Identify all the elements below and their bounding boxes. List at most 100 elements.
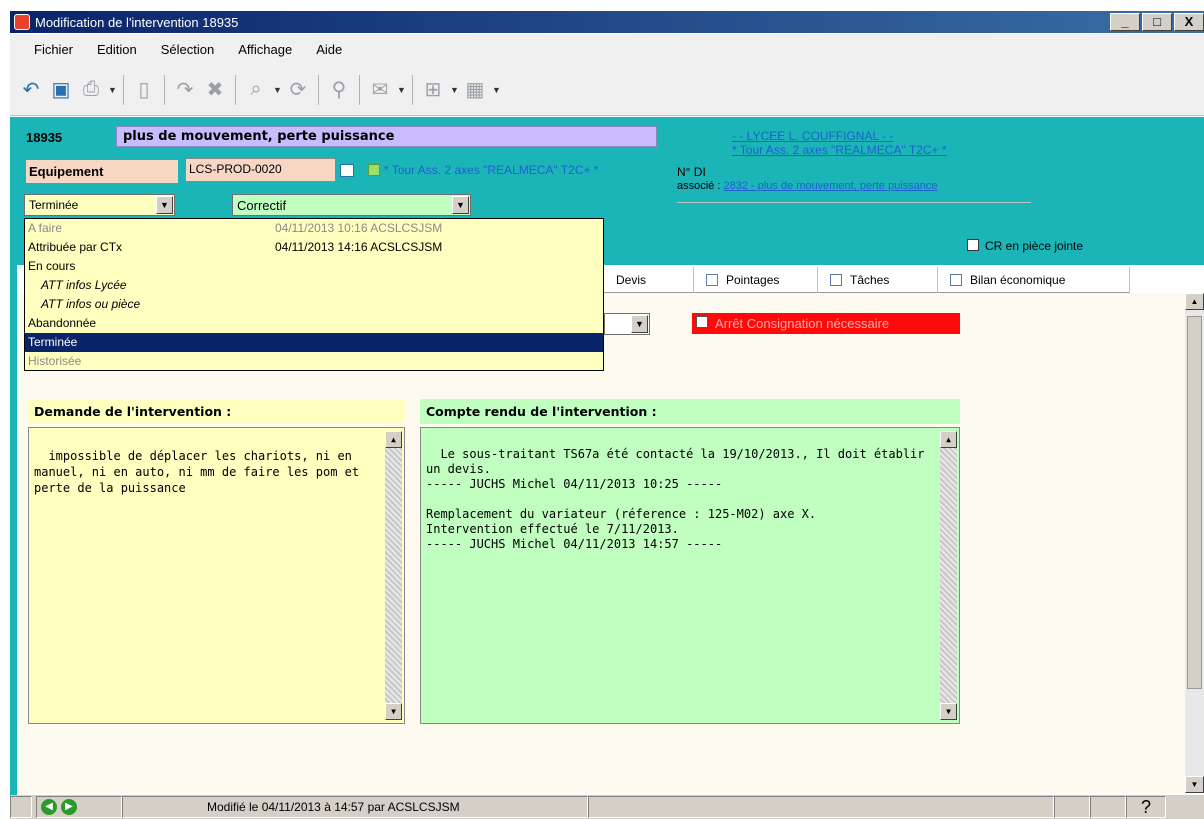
scroll-down-icon[interactable]: ▼ bbox=[1185, 776, 1204, 793]
status-option-att-infos-lycee[interactable]: ATT infos Lycée bbox=[25, 276, 603, 295]
menu-fichier[interactable]: Fichier bbox=[34, 42, 73, 57]
compte-rendu-textarea[interactable]: Le sous-traitant TS67a été contacté la 1… bbox=[420, 427, 960, 724]
hierarchy-icon[interactable]: ⊞ bbox=[420, 77, 446, 103]
modified-text: Modifié le 04/11/2013 à 14:57 par ACSLCS… bbox=[207, 800, 460, 814]
previous-icon[interactable]: ◀ bbox=[41, 799, 57, 815]
minimize-button[interactable]: _ bbox=[1110, 13, 1140, 31]
site-link[interactable]: - - LYCEE L. COUFFIGNAL - - bbox=[732, 129, 893, 143]
arret-checkbox[interactable] bbox=[696, 316, 708, 328]
nav-buttons: ◀ ▶ bbox=[36, 796, 122, 818]
equipement-code-field[interactable]: LCS-PROD-0020 bbox=[185, 158, 336, 182]
search-dropdown-icon[interactable]: ▼ bbox=[273, 85, 282, 95]
status-option-historisee: Historisée bbox=[25, 352, 603, 371]
scroll-up-icon[interactable]: ▲ bbox=[1185, 293, 1204, 310]
mail-dropdown-icon[interactable]: ▼ bbox=[397, 85, 406, 95]
delete-icon[interactable]: ✖ bbox=[202, 77, 228, 103]
ndi-label: N° DI bbox=[677, 165, 706, 179]
app-icon bbox=[14, 14, 30, 30]
status-indicator-icon bbox=[368, 164, 380, 176]
content-select[interactable]: ▼ bbox=[604, 313, 650, 335]
tab-label: Bilan économique bbox=[970, 273, 1066, 287]
option-label: Abandonnée bbox=[28, 316, 97, 330]
option-label: Historisée bbox=[28, 354, 82, 368]
table-dropdown-icon[interactable]: ▼ bbox=[492, 85, 501, 95]
statusbar-panel bbox=[588, 796, 1054, 818]
option-label: ATT infos Lycée bbox=[41, 278, 127, 292]
arret-consignation[interactable]: Arrêt Consignation nécessaire bbox=[692, 313, 960, 334]
toolbar: ↶ ▣ ⎙ ▼ ▯ ↷ ✖ ⌕ ▼ ⟳ ⚲ ✉ ▼ ⊞ ▼ ▦ ▼ bbox=[10, 64, 1204, 116]
intervention-id: 18935 bbox=[26, 130, 63, 145]
tab-bilan-economique[interactable]: Bilan économique bbox=[938, 267, 1130, 293]
toolbar-separator bbox=[359, 74, 360, 105]
list-icon[interactable] bbox=[340, 164, 354, 177]
search-icon[interactable]: ⌕ bbox=[243, 77, 269, 103]
scroll-up-icon[interactable]: ▲ bbox=[940, 431, 957, 448]
toolbar-separator bbox=[164, 74, 165, 105]
status-option-abandonnee[interactable]: Abandonnée bbox=[25, 314, 603, 333]
zoom-icon[interactable]: ⚲ bbox=[326, 77, 352, 103]
associe-link[interactable]: 2832 - plus de mouvement, perte puissanc… bbox=[723, 180, 937, 192]
menu-selection[interactable]: Sélection bbox=[161, 42, 214, 57]
tab-taches[interactable]: Tâches bbox=[818, 267, 938, 293]
cr-checkbox[interactable] bbox=[967, 239, 979, 251]
demande-text: impossible de déplacer les chariots, ni … bbox=[34, 449, 367, 495]
option-label: Attribuée par CTx bbox=[28, 240, 123, 254]
demande-textarea[interactable]: impossible de déplacer les chariots, ni … bbox=[28, 427, 405, 724]
menu-bar: Fichier Edition Sélection Affichage Aide bbox=[10, 34, 1204, 64]
chevron-down-icon[interactable]: ▼ bbox=[452, 196, 469, 214]
redo-icon[interactable]: ↷ bbox=[172, 77, 198, 103]
option-label: En cours bbox=[28, 259, 76, 273]
compte-rendu-label: Compte rendu de l'intervention : bbox=[420, 399, 960, 424]
status-value: Terminée bbox=[29, 198, 79, 212]
equipement-description: * Tour Ass. 2 axes "REALMECA" T2C+ * bbox=[384, 163, 599, 177]
option-label: Terminée bbox=[28, 335, 78, 349]
equipement-label: Equipement bbox=[26, 160, 178, 183]
status-option-att-infos-piece[interactable]: ATT infos ou pièce bbox=[25, 295, 603, 314]
option-date: 04/11/2013 14:16 ACSLCSJSM bbox=[275, 240, 443, 254]
chevron-down-icon[interactable]: ▼ bbox=[631, 315, 648, 333]
scroll-up-icon[interactable]: ▲ bbox=[385, 431, 402, 448]
tab-devis[interactable]: Devis bbox=[604, 267, 694, 293]
status-bar: ◀ ▶ Modifié le 04/11/2013 à 14:57 par AC… bbox=[10, 795, 1204, 819]
menu-edition[interactable]: Edition bbox=[97, 42, 137, 57]
status-select[interactable]: Terminée ▼ bbox=[24, 194, 175, 216]
chevron-down-icon[interactable]: ▼ bbox=[156, 196, 173, 214]
mail-icon[interactable]: ✉ bbox=[367, 77, 393, 103]
print-icon[interactable]: ⎙ bbox=[78, 77, 104, 103]
status-option-en-cours[interactable]: En cours bbox=[25, 257, 603, 276]
tab-pointages[interactable]: Pointages bbox=[694, 267, 818, 293]
divider bbox=[677, 202, 1031, 203]
status-option-a-faire: A faire 04/11/2013 10:16 ACSLCSJSM bbox=[25, 219, 603, 238]
intervention-title-field[interactable]: plus de mouvement, perte puissance bbox=[116, 126, 657, 147]
page-icon bbox=[950, 274, 962, 286]
statusbar-panel bbox=[1090, 796, 1126, 818]
scroll-down-icon[interactable]: ▼ bbox=[385, 703, 402, 720]
type-select[interactable]: Correctif ▼ bbox=[232, 194, 471, 216]
table-icon[interactable]: ▦ bbox=[462, 77, 488, 103]
new-document-icon[interactable]: ▯ bbox=[131, 77, 157, 103]
print-dropdown-icon[interactable]: ▼ bbox=[108, 85, 117, 95]
cr-checkbox-label: CR en pièce jointe bbox=[985, 239, 1084, 253]
close-button[interactable]: X bbox=[1174, 13, 1204, 31]
refresh-icon[interactable]: ⟳ bbox=[285, 77, 311, 103]
associe-row: associé : 2832 - plus de mouvement, pert… bbox=[677, 180, 938, 192]
status-option-attribuee[interactable]: Attribuée par CTx 04/11/2013 14:16 ACSLCS… bbox=[25, 238, 603, 257]
compte-rendu-scrollbar[interactable]: ▲ ▼ bbox=[940, 431, 957, 720]
scroll-down-icon[interactable]: ▼ bbox=[940, 703, 957, 720]
scroll-thumb[interactable] bbox=[1187, 316, 1202, 689]
save-icon[interactable]: ▣ bbox=[48, 77, 74, 103]
modified-info: Modifié le 04/11/2013 à 14:57 par ACSLCS… bbox=[122, 796, 588, 818]
help-icon[interactable]: ? bbox=[1126, 796, 1166, 818]
demande-label: Demande de l'intervention : bbox=[28, 399, 405, 424]
next-icon[interactable]: ▶ bbox=[61, 799, 77, 815]
demande-scrollbar[interactable]: ▲ ▼ bbox=[385, 431, 402, 720]
undo-icon[interactable]: ↶ bbox=[18, 77, 44, 103]
menu-aide[interactable]: Aide bbox=[316, 42, 342, 57]
machine-link[interactable]: * Tour Ass. 2 axes "REALMECA" T2C+ * bbox=[732, 143, 947, 157]
toolbar-separator bbox=[412, 74, 413, 105]
menu-affichage[interactable]: Affichage bbox=[238, 42, 292, 57]
maximize-button[interactable]: □ bbox=[1142, 13, 1172, 31]
hierarchy-dropdown-icon[interactable]: ▼ bbox=[450, 85, 459, 95]
grid-icon bbox=[706, 274, 718, 286]
status-option-terminee[interactable]: Terminée bbox=[25, 333, 603, 352]
